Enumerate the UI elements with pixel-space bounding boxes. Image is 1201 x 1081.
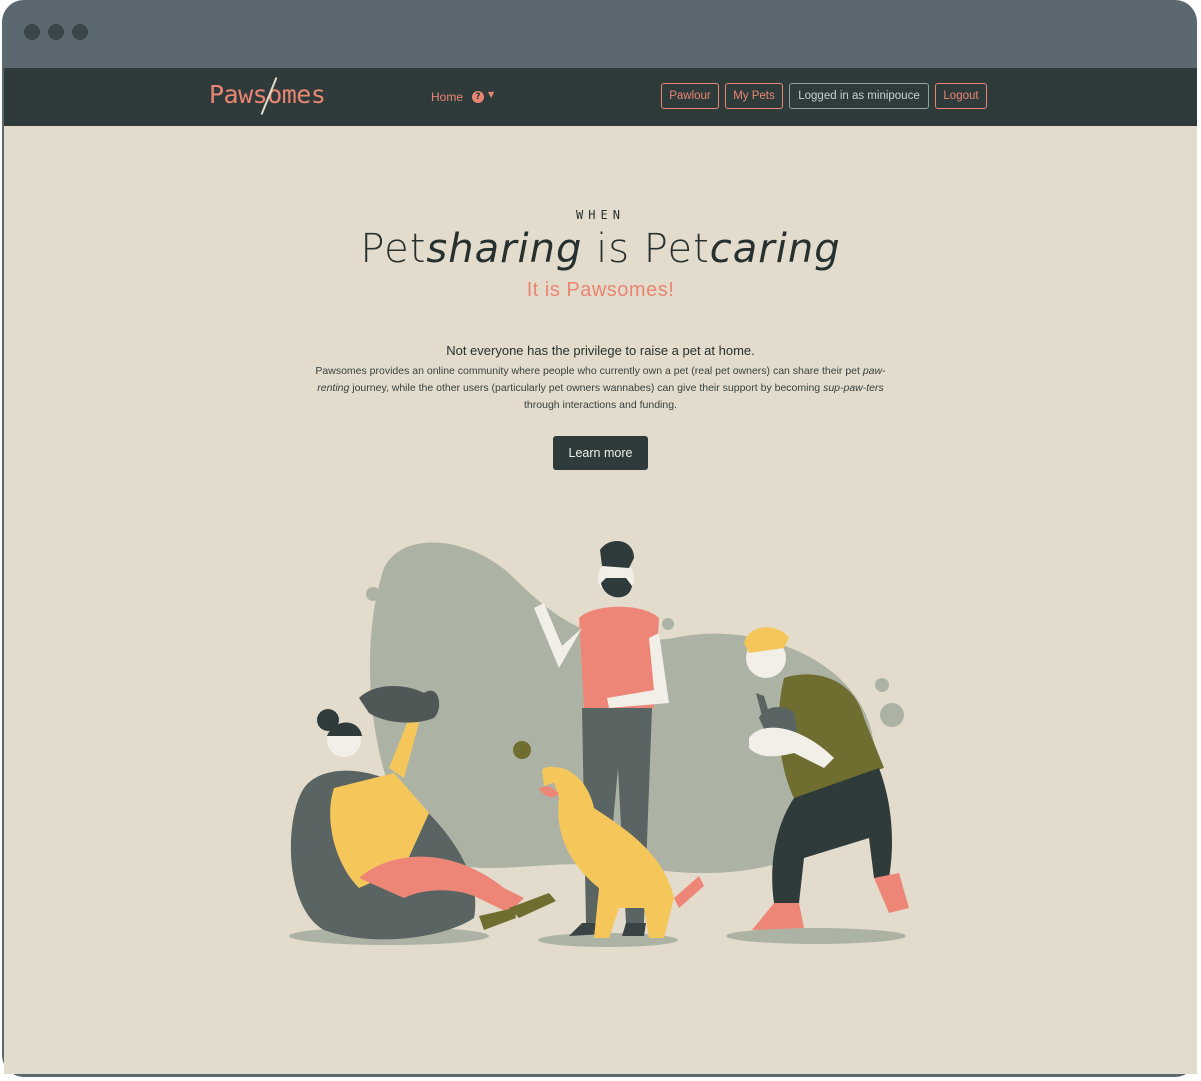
desc-part-2: journey, while the other users (particul… [349,382,824,394]
headline-sharing: sharing [426,226,583,272]
headline-caring: caring [709,226,841,272]
pawlour-button[interactable]: Pawlour [661,83,719,109]
learn-more-button[interactable]: Learn more [553,436,648,470]
nav-home-link[interactable]: Home [431,90,463,104]
logged-in-user-button[interactable]: Logged in as minipouce [789,83,929,109]
headline-pet-1: Pet [360,226,427,272]
desc-part-1: Pawsomes provides an online community wh… [315,365,863,377]
headline-pet-2: Pet [643,226,710,272]
close-dot-icon[interactable] [24,24,40,40]
decor-dot [662,618,674,630]
hero-lead: Not everyone has the privilege to raise … [446,343,755,358]
desc-part-3: through interactions and funding. [524,399,677,411]
chevron-down-icon[interactable]: ▼ [488,90,494,99]
decor-dot [366,587,380,601]
headline-is: is [582,226,644,272]
maximize-dot-icon[interactable] [72,24,88,40]
window-controls [24,24,88,40]
ground-shadow [726,928,906,944]
desc-emphasis-2: sup-paw-ters [823,382,884,394]
my-pets-button[interactable]: My Pets [725,83,783,109]
hero-headline: Petsharing is Petcaring [4,226,1197,272]
decor-dot [875,678,889,692]
minimize-dot-icon[interactable] [48,24,64,40]
navbar: Pawsomes Home ? ▼ Pawlour My Pets Logged… [4,68,1197,126]
decor-dot [880,703,904,727]
hero-kicker: WHEN [576,208,625,222]
people-playing-with-pets-illustration [289,540,909,947]
hero-description: Pawsomes provides an online community wh… [304,363,897,414]
hero-subtitle: It is Pawsomes! [526,279,675,301]
page-viewport: Pawsomes Home ? ▼ Pawlour My Pets Logged… [4,68,1197,1074]
help-icon[interactable]: ? [472,91,484,103]
logout-button[interactable]: Logout [935,83,987,109]
